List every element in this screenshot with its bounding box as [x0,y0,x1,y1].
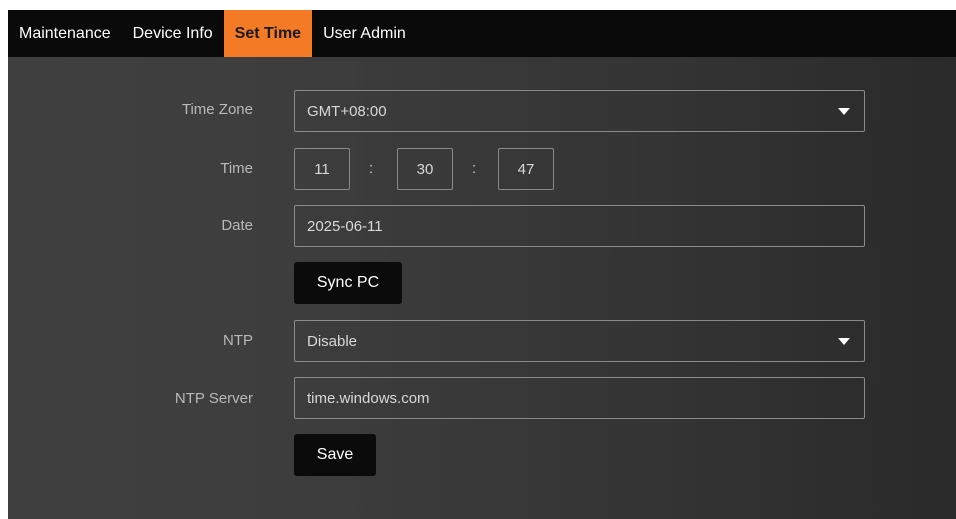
ntp-select[interactable]: Disable [294,320,865,362]
time-zone-value: GMT+08:00 [307,102,387,120]
time-zone-label: Time Zone [181,101,253,118]
settings-panel: Maintenance Device Info Set Time User Ad… [8,10,956,519]
save-button[interactable]: Save [294,434,376,476]
second-input[interactable]: 47 [498,148,554,190]
tab-user-admin[interactable]: User Admin [312,10,417,57]
ntp-server-value: time.windows.com [307,389,430,407]
chevron-down-icon [838,107,850,115]
date-label: Date [221,217,253,234]
time-label: Time [220,160,253,177]
date-field[interactable]: 2025-06-11 [294,205,865,247]
tab-maintenance[interactable]: Maintenance [8,10,122,57]
chevron-down-icon [838,337,850,345]
tab-device-info[interactable]: Device Info [122,10,224,57]
hour-input[interactable]: 11 [294,148,350,190]
ntp-label: NTP [223,332,253,349]
time-separator: : [369,160,374,177]
top-navbar: Maintenance Device Info Set Time User Ad… [8,10,956,57]
time-separator: : [472,160,477,177]
minute-input[interactable]: 30 [397,148,453,190]
ntp-value: Disable [307,332,358,350]
date-value: 2025-06-11 [307,217,383,235]
ntp-server-label: NTP Server [174,390,253,407]
time-zone-select[interactable]: GMT+08:00 [294,90,865,132]
ntp-server-field[interactable]: time.windows.com [294,377,865,419]
sync-pc-button[interactable]: Sync PC [294,262,402,304]
tab-set-time[interactable]: Set Time [223,10,313,57]
